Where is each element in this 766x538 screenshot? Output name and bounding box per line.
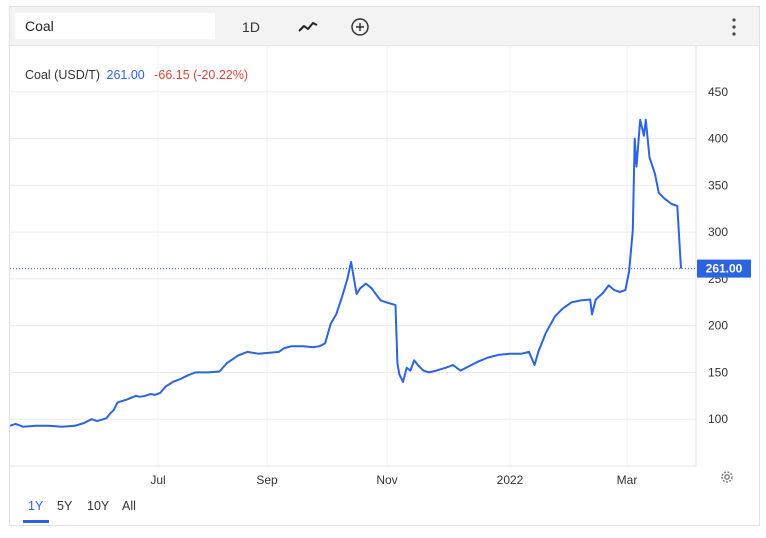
range-selector: 1Y 5Y 10Y All xyxy=(10,491,759,524)
x-tick-label: Jul xyxy=(150,473,165,487)
more-options-button[interactable] xyxy=(726,15,742,39)
gear-icon xyxy=(721,471,733,483)
price-series-line xyxy=(10,118,682,428)
range-button-10y[interactable]: 10Y xyxy=(87,499,109,513)
line-chart-icon xyxy=(298,22,318,32)
x-tick-label: 2022 xyxy=(497,473,524,487)
active-range-indicator xyxy=(23,520,49,523)
chart-grid xyxy=(10,45,696,466)
symbol-search-input[interactable] xyxy=(15,13,215,39)
y-tick-label: 350 xyxy=(708,178,728,192)
y-axis: 100150200250300350400450 xyxy=(695,45,728,466)
chart-type-button[interactable] xyxy=(296,15,320,39)
x-tick-label: Nov xyxy=(376,473,397,487)
x-tick-label: Sep xyxy=(256,473,278,487)
chart-settings-button[interactable] xyxy=(719,469,735,485)
price-line-layer xyxy=(10,118,682,428)
x-tick-label: Mar xyxy=(617,473,638,487)
vertical-dots-icon xyxy=(732,18,736,36)
y-tick-label: 400 xyxy=(708,132,728,146)
add-circle-icon xyxy=(351,18,369,36)
y-tick-label: 100 xyxy=(708,412,728,426)
price-chart[interactable]: 100150200250300350400450 Jul Sep Nov 2022 Ma… xyxy=(10,45,759,505)
y-tick-label: 300 xyxy=(708,225,728,239)
y-tick-label: 150 xyxy=(708,365,728,379)
y-tick-label: 200 xyxy=(708,319,728,333)
last-price-tag: 261.00 xyxy=(10,259,751,278)
chart-widget: 1D Coal (USD/T) 261.00 -66.15 (-20.22%) xyxy=(9,6,760,526)
compare-button[interactable] xyxy=(348,15,372,39)
last-price-tag-label: 261.00 xyxy=(706,262,743,276)
interval-button[interactable]: 1D xyxy=(234,16,268,38)
toolbar: 1D xyxy=(10,7,759,46)
range-button-1y[interactable]: 1Y xyxy=(28,499,43,513)
range-button-all[interactable]: All xyxy=(122,499,136,513)
y-tick-label: 450 xyxy=(708,85,728,99)
x-axis: Jul Sep Nov 2022 Mar xyxy=(10,465,696,487)
range-button-5y[interactable]: 5Y xyxy=(57,499,72,513)
